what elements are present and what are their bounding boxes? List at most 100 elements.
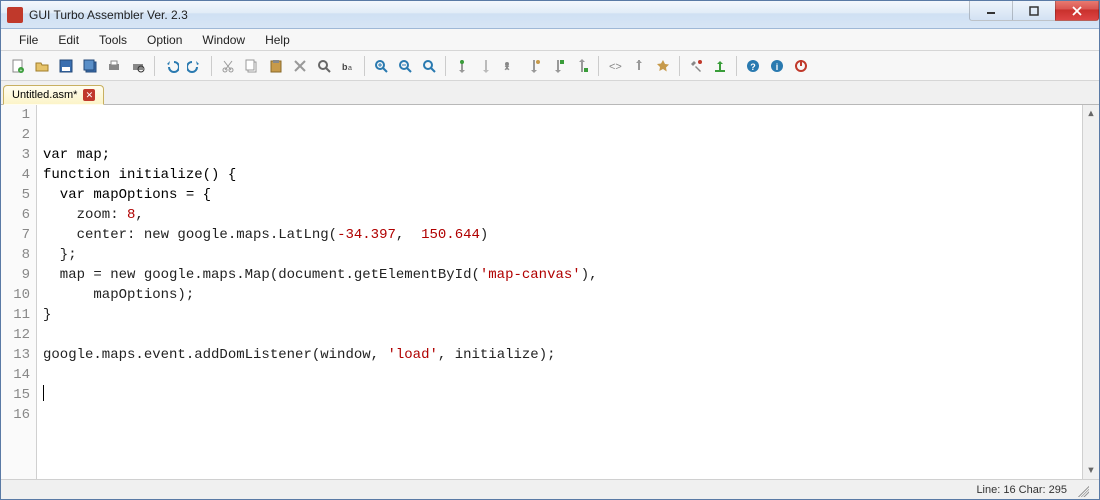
paste-button[interactable] <box>265 55 287 77</box>
status-char-value: 295 <box>1049 484 1067 496</box>
toolbar-separator <box>679 56 680 76</box>
code-line[interactable]: zoom: 8, <box>43 205 1076 225</box>
close-tab-icon[interactable]: ✕ <box>83 89 95 101</box>
step-into-button[interactable] <box>547 55 569 77</box>
code-line[interactable]: var map; <box>43 145 1076 165</box>
build-button[interactable] <box>685 55 707 77</box>
cut-button[interactable] <box>217 55 239 77</box>
line-number: 4 <box>7 165 30 185</box>
vertical-scrollbar[interactable]: ▴ ▾ <box>1082 105 1099 479</box>
code-token: 150.644 <box>421 227 480 243</box>
code-line[interactable]: } <box>43 305 1076 325</box>
delete-button[interactable] <box>289 55 311 77</box>
menu-file[interactable]: File <box>9 31 48 49</box>
help-button[interactable]: ? <box>742 55 764 77</box>
go-forward-button[interactable] <box>628 55 650 77</box>
new-file-button[interactable]: + <box>7 55 29 77</box>
svg-text:<>: <> <box>609 61 622 73</box>
copy-button[interactable] <box>241 55 263 77</box>
menu-window[interactable]: Window <box>192 31 255 49</box>
go-back-icon: <> <box>607 58 623 74</box>
menu-tools[interactable]: Tools <box>89 31 137 49</box>
find-button[interactable] <box>313 55 335 77</box>
code-line[interactable] <box>43 105 1076 125</box>
code-token: , <box>135 207 143 223</box>
code-token: 'map-canvas' <box>480 267 581 283</box>
code-line[interactable]: var mapOptions = { <box>43 185 1076 205</box>
info-button[interactable]: i <box>766 55 788 77</box>
upload-button[interactable] <box>709 55 731 77</box>
find-text-button[interactable]: ba <box>337 55 359 77</box>
maximize-button[interactable] <box>1012 1 1056 21</box>
line-number: 10 <box>7 285 30 305</box>
toolbar-separator <box>154 56 155 76</box>
scroll-up-icon[interactable]: ▴ <box>1083 105 1099 122</box>
close-button[interactable] <box>1055 1 1099 21</box>
close-icon <box>1072 6 1082 16</box>
go-back-button[interactable]: <> <box>604 55 626 77</box>
status-line-value: 16 <box>1003 484 1015 496</box>
minimize-button[interactable] <box>969 1 1013 21</box>
bookmark-button[interactable] <box>652 55 674 77</box>
zoom-reset-button[interactable] <box>418 55 440 77</box>
save-all-icon <box>82 58 98 74</box>
line-number: 16 <box>7 405 30 425</box>
svg-text:a: a <box>348 65 352 72</box>
code-line[interactable]: function initialize() { <box>43 165 1076 185</box>
menu-option[interactable]: Option <box>137 31 192 49</box>
go-forward-icon <box>631 58 647 74</box>
menu-edit[interactable]: Edit <box>48 31 89 49</box>
redo-button[interactable] <box>184 55 206 77</box>
print-button[interactable] <box>103 55 125 77</box>
code-line[interactable]: map = new google.maps.Map(document.getEl… <box>43 265 1076 285</box>
zoom-in-button[interactable] <box>370 55 392 77</box>
clear-breakpoints-button[interactable] <box>475 55 497 77</box>
code-line[interactable]: mapOptions); <box>43 285 1076 305</box>
menu-help[interactable]: Help <box>255 31 300 49</box>
save-all-button[interactable] <box>79 55 101 77</box>
line-gutter: 12345678910111213141516 <box>1 105 37 479</box>
code-token: map = new google.maps.Map(document.getEl… <box>43 267 480 283</box>
delete-icon <box>292 58 308 74</box>
print-icon <box>106 58 122 74</box>
svg-text:?: ? <box>750 62 756 72</box>
open-file-button[interactable] <box>31 55 53 77</box>
code-line[interactable]: center: new google.maps.LatLng(-34.397, … <box>43 225 1076 245</box>
code-line[interactable] <box>43 365 1076 385</box>
toolbar-separator <box>211 56 212 76</box>
code-line[interactable]: google.maps.event.addDomListener(window,… <box>43 345 1076 365</box>
step-over-icon <box>526 58 542 74</box>
toggle-breakpoint-button[interactable] <box>451 55 473 77</box>
code-token: -34.397 <box>337 227 396 243</box>
code-line[interactable] <box>43 325 1076 345</box>
resize-grip-icon[interactable] <box>1075 483 1089 497</box>
print-preview-icon <box>130 58 146 74</box>
status-line-label: Line: <box>976 484 1000 496</box>
scroll-down-icon[interactable]: ▾ <box>1083 462 1099 479</box>
tab-active[interactable]: Untitled.asm* ✕ <box>3 85 104 105</box>
code-line[interactable]: }; <box>43 245 1076 265</box>
step-out-button[interactable] <box>571 55 593 77</box>
code-token: ) <box>480 227 488 243</box>
code-area[interactable]: var map;function initialize() { var mapO… <box>37 105 1082 479</box>
code-token: , initialize); <box>438 347 556 363</box>
scroll-track[interactable] <box>1083 122 1099 462</box>
code-line[interactable] <box>43 385 1076 405</box>
undo-button[interactable] <box>160 55 182 77</box>
power-button[interactable] <box>790 55 812 77</box>
save-button[interactable] <box>55 55 77 77</box>
print-preview-button[interactable] <box>127 55 149 77</box>
line-number: 13 <box>7 345 30 365</box>
toggle-breakpoint-icon <box>454 58 470 74</box>
toolbar-separator <box>364 56 365 76</box>
status-char-label: Char: <box>1019 484 1046 496</box>
code-token: 'load' <box>387 347 437 363</box>
run-button[interactable] <box>499 55 521 77</box>
code-line[interactable] <box>43 405 1076 425</box>
tab-label: Untitled.asm* <box>12 89 77 101</box>
line-number: 3 <box>7 145 30 165</box>
step-over-button[interactable] <box>523 55 545 77</box>
code-line[interactable] <box>43 125 1076 145</box>
paste-icon <box>268 58 284 74</box>
zoom-out-button[interactable] <box>394 55 416 77</box>
